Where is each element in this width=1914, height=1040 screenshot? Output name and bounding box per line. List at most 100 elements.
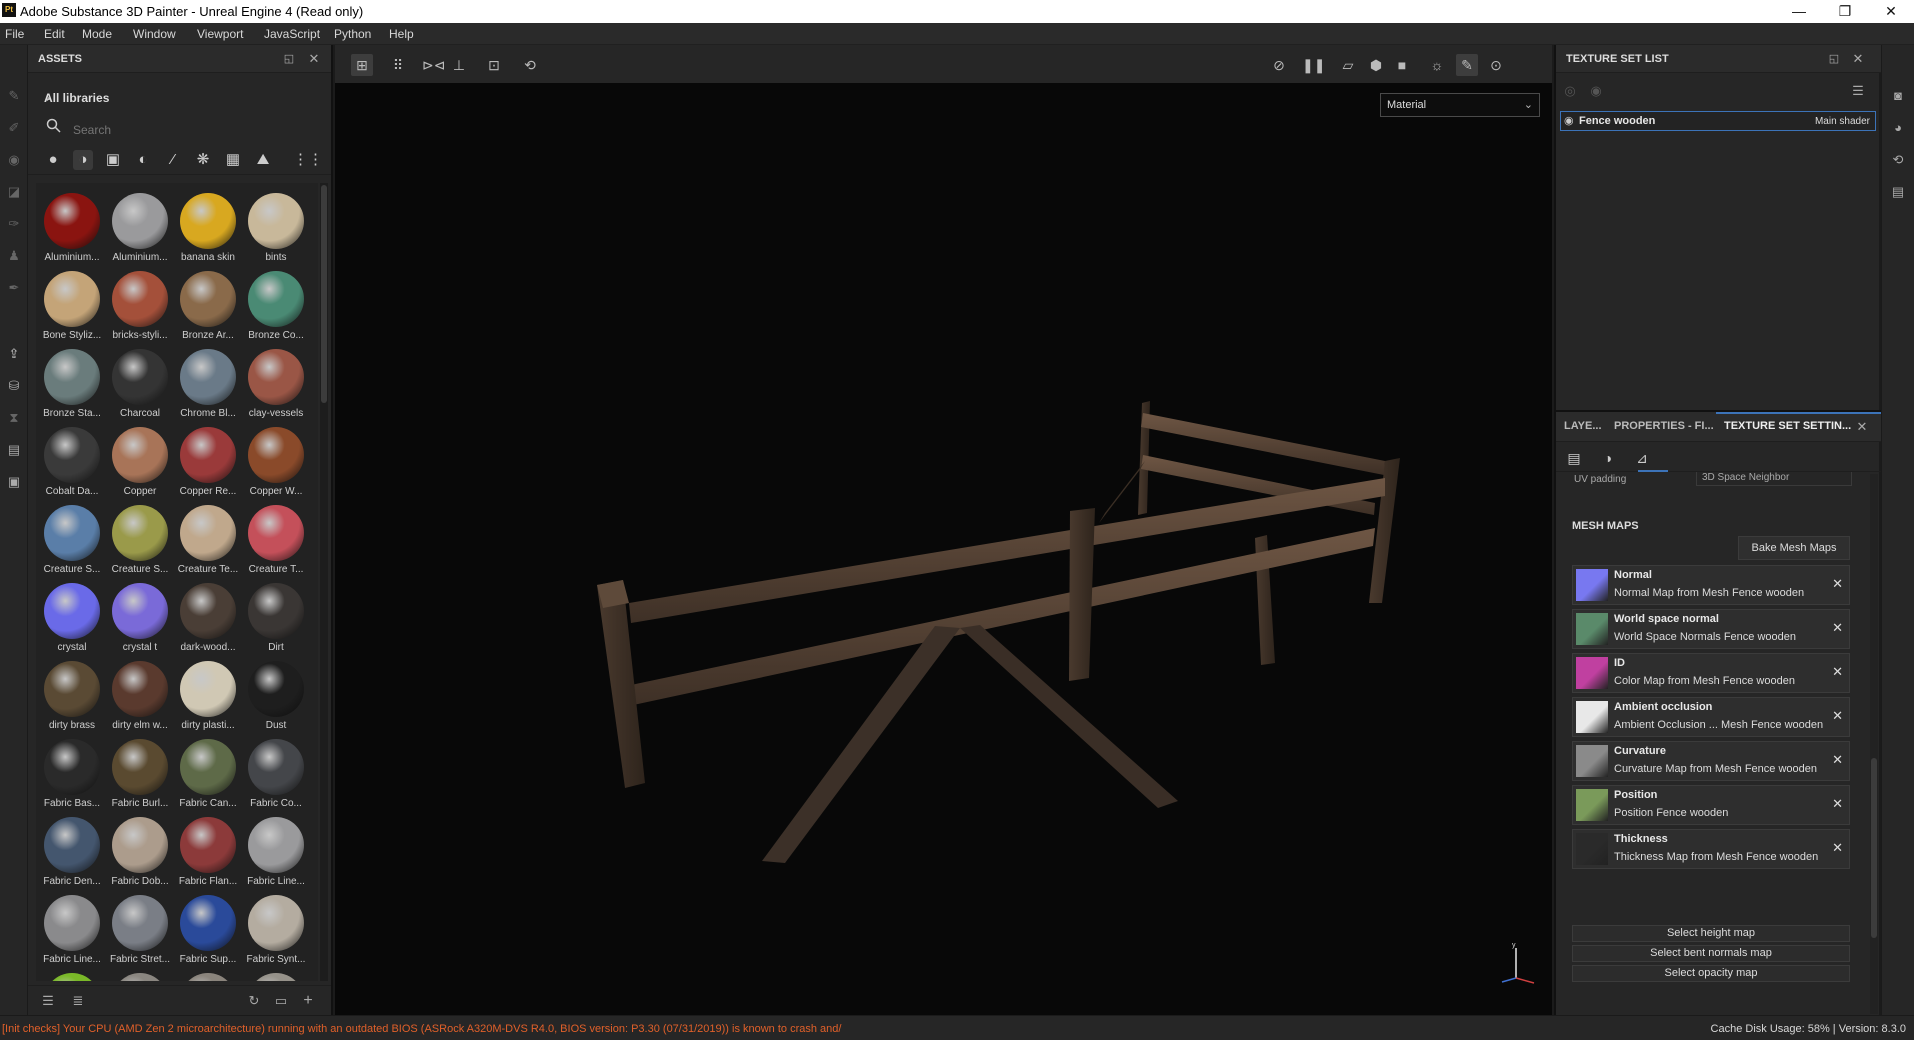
material-tile[interactable]: Aluminium... <box>38 189 106 267</box>
lighting-icon[interactable]: ☼ <box>1426 54 1448 76</box>
3d-view-icon[interactable]: ⬢ <box>1365 54 1387 76</box>
hourglass-icon[interactable]: ⧗ <box>5 409 23 427</box>
paint-brush-icon[interactable]: ✎ <box>5 87 23 105</box>
remove-map-icon[interactable]: ✕ <box>1832 840 1843 856</box>
material-tile[interactable]: bints <box>242 189 310 267</box>
viewer-settings-icon[interactable]: ◙ <box>1889 87 1907 105</box>
material-tile[interactable]: Fabric Line... <box>242 813 310 891</box>
add-icon[interactable]: + <box>300 993 316 1009</box>
material-tile[interactable]: Fabric Burl... <box>106 735 174 813</box>
select-height-map-button[interactable]: Select height map <box>1572 925 1850 942</box>
close-window-button[interactable]: ✕ <box>1868 0 1914 23</box>
bake-icon[interactable]: ⛁ <box>5 377 23 395</box>
material-tile[interactable]: Fabric Dob... <box>106 813 174 891</box>
status-warning[interactable]: [Init checks] Your CPU (AMD Zen 2 microa… <box>2 1023 842 1035</box>
menu-icon[interactable]: ☰ <box>1850 83 1866 99</box>
close-icon[interactable]: ✕ <box>1850 51 1866 67</box>
material-tile[interactable]: Copper <box>106 423 174 501</box>
material-tile[interactable]: dirty elm w... <box>106 657 174 735</box>
remove-map-icon[interactable]: ✕ <box>1832 620 1843 636</box>
uv-tile-icon[interactable]: ⊞ <box>351 54 373 76</box>
refresh-icon[interactable]: ↻ <box>246 993 262 1009</box>
symmetry-icon[interactable]: ⊳⊲ <box>422 54 445 76</box>
select-opacity-map-button[interactable]: Select opacity map <box>1572 965 1850 982</box>
menu-viewport[interactable]: Viewport <box>197 27 243 41</box>
menu-edit[interactable]: Edit <box>44 27 65 41</box>
tab-texture-set-settings[interactable]: TEXTURE SET SETTIN... <box>1724 420 1851 432</box>
material-tile[interactable] <box>38 969 106 981</box>
material-tile[interactable]: Bronze Co... <box>242 267 310 345</box>
grid-dropdown-icon[interactable]: ⠿ <box>387 54 409 76</box>
material-tile[interactable]: Fabric Synt... <box>242 891 310 969</box>
menu-help[interactable]: Help <box>389 27 414 41</box>
show-icon[interactable]: ◉ <box>1588 83 1604 99</box>
assets-scrollbar[interactable] <box>320 183 328 981</box>
remove-map-icon[interactable]: ✕ <box>1832 664 1843 680</box>
maximize-button[interactable]: ❐ <box>1822 0 1868 23</box>
texture-set-row[interactable]: ◉ Fence wooden Main shader <box>1560 111 1876 131</box>
mesh-map-row[interactable]: ID Color Map from Mesh Fence wooden ✕ <box>1572 653 1850 693</box>
material-tile[interactable]: Copper W... <box>242 423 310 501</box>
document-icon[interactable]: ▤ <box>5 441 23 459</box>
minimize-button[interactable]: — <box>1776 0 1822 23</box>
bake-mesh-maps-button[interactable]: Bake Mesh Maps <box>1738 536 1850 560</box>
material-tile[interactable]: crystal t <box>106 579 174 657</box>
material-tile[interactable]: Charcoal <box>106 345 174 423</box>
mesh-map-row[interactable]: Curvature Curvature Map from Mesh Fence w… <box>1572 741 1850 781</box>
menu-file[interactable]: File <box>5 27 24 41</box>
material-tile[interactable]: Aluminium... <box>106 189 174 267</box>
material-tile[interactable]: Fabric Stret... <box>106 891 174 969</box>
filter-textures-icon[interactable]: ▦ <box>223 150 243 170</box>
close-icon[interactable]: ✕ <box>1854 419 1870 435</box>
library-selector[interactable]: All libraries <box>44 91 109 105</box>
uv-padding-dropdown[interactable]: 3D Space Neighbor <box>1696 472 1852 486</box>
material-tile[interactable]: bricks-styli... <box>106 267 174 345</box>
shader-name[interactable]: Main shader <box>1815 116 1870 127</box>
filter-generators-icon[interactable]: ◐ <box>133 150 153 170</box>
material-tile[interactable] <box>174 969 242 981</box>
log-icon[interactable]: ▤ <box>1889 183 1907 201</box>
material-tile[interactable] <box>242 969 310 981</box>
paint-mode-icon[interactable]: ✎ <box>1456 54 1478 76</box>
eraser-icon[interactable]: ✐ <box>5 119 23 137</box>
mesh-map-row[interactable]: Normal Normal Map from Mesh Fence wooden ✕ <box>1572 565 1850 605</box>
remove-map-icon[interactable]: ✕ <box>1832 796 1843 812</box>
material-tile[interactable]: Fabric Den... <box>38 813 106 891</box>
menu-mode[interactable]: Mode <box>82 27 112 41</box>
material-tile[interactable]: Chrome Bl... <box>174 345 242 423</box>
mesh-map-row[interactable]: Ambient occlusion Ambient Occlusion ... M… <box>1572 697 1850 737</box>
filter-smart-materials-icon[interactable]: ◑ <box>73 150 93 170</box>
material-tile[interactable]: Fabric Sup... <box>174 891 242 969</box>
search-input[interactable] <box>73 121 323 139</box>
undock-icon[interactable]: ◱ <box>281 51 297 67</box>
close-icon[interactable]: ✕ <box>306 51 322 67</box>
material-tile[interactable]: Bronze Ar... <box>174 267 242 345</box>
material-tile[interactable]: Creature S... <box>38 501 106 579</box>
filter-brushes-icon[interactable]: ⁄ <box>163 150 183 170</box>
shader-icon[interactable]: ◑ <box>1598 448 1618 468</box>
projection-icon[interactable]: ◉ <box>5 151 23 169</box>
tab-properties[interactable]: PROPERTIES - FI... <box>1614 420 1714 432</box>
pause-icon[interactable]: ❚❚ <box>1302 54 1325 76</box>
remove-map-icon[interactable]: ✕ <box>1832 752 1843 768</box>
material-tile[interactable]: dark-wood... <box>174 579 242 657</box>
new-folder-icon[interactable]: ▭ <box>273 993 289 1009</box>
mesh-map-row[interactable]: Position Position Fence wooden ✕ <box>1572 785 1850 825</box>
material-tile[interactable]: Fabric Can... <box>174 735 242 813</box>
mesh-maps-icon[interactable]: ⊿ <box>1632 448 1652 468</box>
fit-view-icon[interactable]: ⊡ <box>483 54 505 76</box>
filter-particles-icon[interactable]: ❋ <box>193 150 213 170</box>
align-icon[interactable]: ⊥ <box>448 54 470 76</box>
smudge-icon[interactable]: ✑ <box>5 215 23 233</box>
polygon-fill-icon[interactable]: ◪ <box>5 183 23 201</box>
material-tile[interactable]: Dirt <box>242 579 310 657</box>
screenshot-icon[interactable]: ⊙ <box>1485 54 1507 76</box>
material-tile[interactable]: banana skin <box>174 189 242 267</box>
export-icon[interactable]: ⇪ <box>5 345 23 363</box>
hide-overlay-icon[interactable]: ⊘ <box>1268 54 1290 76</box>
sort-icon[interactable]: ≣ <box>70 993 86 1009</box>
color-picker-icon[interactable]: ✒ <box>5 279 23 297</box>
tab-layers[interactable]: LAYE... <box>1564 420 1602 432</box>
texture-set-settings-icon[interactable]: ▤ <box>1564 448 1584 468</box>
hide-icon[interactable]: ◎ <box>1562 83 1578 99</box>
